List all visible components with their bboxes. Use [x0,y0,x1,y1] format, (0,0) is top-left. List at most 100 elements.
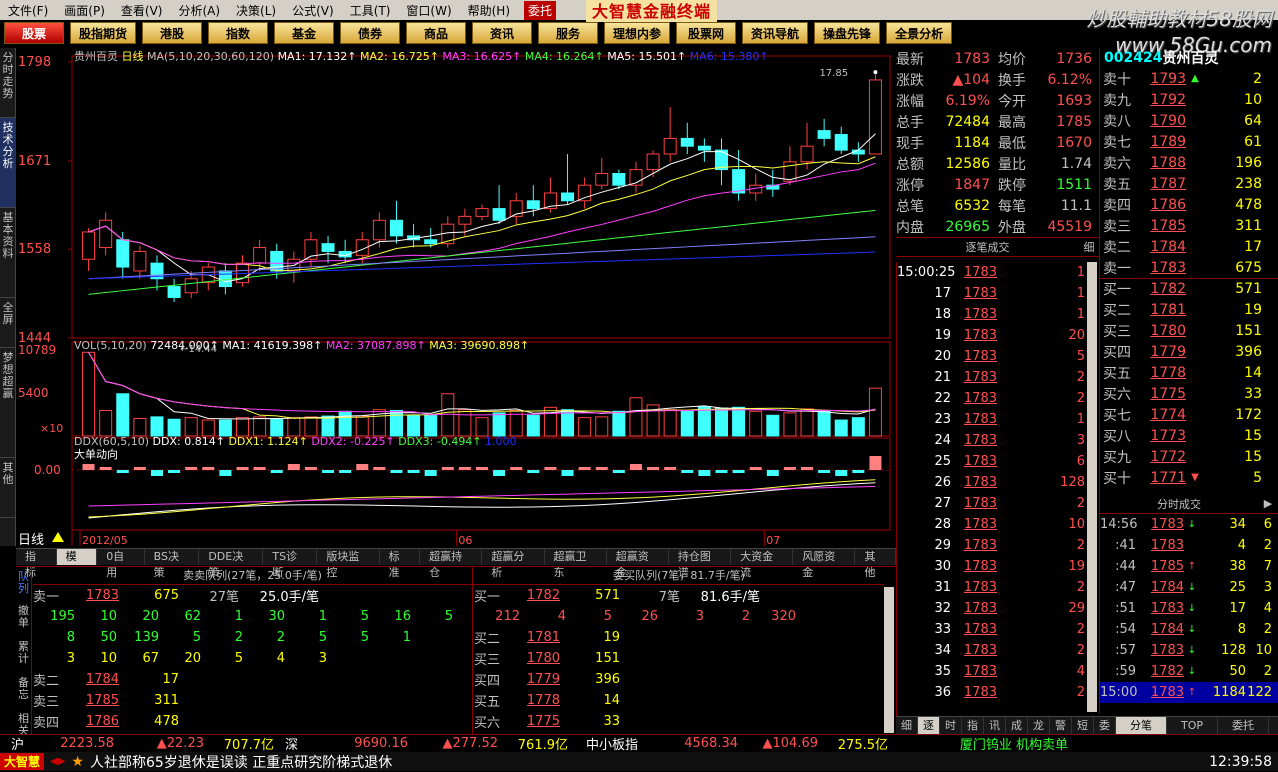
tick-time: 23 [934,412,951,427]
menu-item-0[interactable]: 文件(F) [0,2,56,19]
volume-bar [817,409,831,437]
menu-item-7[interactable]: 窗口(W) [398,2,459,19]
queue-side-sub-2[interactable]: 备忘 [16,671,31,707]
indicator-tab-8[interactable]: 超赢持仓 [420,549,483,579]
indicator-tab-6[interactable]: 版块监控 [317,549,380,579]
indicator-tab-3[interactable]: BS决策 [145,549,200,579]
menu-item-1[interactable]: 画面(P) [56,2,113,19]
fenshi-play-icon[interactable]: ▶ [1258,497,1278,510]
entrust-button[interactable]: 委托 [524,0,557,20]
quote-label: 外盘 [998,219,1026,236]
bottom-tab-4[interactable]: 讯 [984,717,1006,734]
toolbar-button-8[interactable]: 服务 [538,22,599,44]
bottom-tab-11[interactable]: TOP [1167,717,1219,734]
bottom-tab-0[interactable]: 细 [896,717,918,734]
quote-label: 现手 [896,135,924,152]
news-text[interactable]: 人社部称65岁退休是误读 正重点研究阶梯式退休 [90,752,1208,772]
queue-cell: 8 [66,630,75,645]
left-tab-1[interactable]: 技术分析 [0,118,16,208]
tick-row: 32 1783 29 [897,598,1099,619]
indicator-tab-9[interactable]: 超赢分析 [482,549,545,579]
buy-level-row-cell: 1781 [526,630,560,645]
menu-item-2[interactable]: 查看(V) [113,2,171,19]
indicator-tab-13[interactable]: 大资金流 [731,549,794,579]
queue-cell: 5 [360,609,369,624]
toolbar-button-6[interactable]: 商品 [406,22,467,44]
order-volume: 17 [1244,238,1262,255]
order-price: 1779 [1150,343,1186,360]
volume-bar [663,409,677,437]
toolbar-button-1[interactable]: 股指期货 [70,22,137,44]
tick-price: 1783 [963,559,997,574]
news-prev-icon[interactable]: ◀▶ [44,756,71,767]
indicator-tab-4[interactable]: DDE决策 [199,549,264,579]
indicator-tab-11[interactable]: 超赢资金 [607,549,669,579]
quote-label: 换手 [998,72,1026,89]
bottom-tab-12[interactable]: 委托 [1218,717,1270,734]
toolbar-button-12[interactable]: 操盘先锋 [814,22,881,44]
left-tab-3[interactable]: 全屏 [0,298,16,348]
bottom-tab-10[interactable]: 分笔 [1116,717,1167,734]
toolbar-button-0[interactable]: 股票 [4,22,64,44]
order-level: 买七 1774 172 [1100,404,1278,425]
toolbar-button-2[interactable]: 港股 [142,22,203,44]
bottom-tab-2[interactable]: 时 [940,717,962,734]
sz-change: ▲277.52 [442,736,499,751]
y-label-1: 1671 [18,154,51,169]
indicator-tab-5[interactable]: TS诊断 [263,549,318,579]
bottom-tab-9[interactable]: 委 [1094,717,1116,734]
left-tab-2[interactable]: 基本资料 [0,208,16,298]
queue-side-sub-1[interactable]: 累计 [16,635,31,671]
tick-detail-button[interactable]: 细 [1079,239,1099,255]
queue-cell: 2 [276,630,285,645]
chart-svg: 179816711558144417.85←14.44贵州百灵 日线 MA(5,… [16,48,896,548]
indicator-tab-1[interactable]: 模板 [56,549,98,579]
toolbar-button-10[interactable]: 股票网 [676,22,737,44]
menu-item-5[interactable]: 公式(V) [284,2,342,19]
order-level: 卖八 1790 64 [1100,110,1278,131]
queue-scrollbar[interactable] [884,587,894,733]
toolbar-button-13[interactable]: 全景分析 [886,22,953,44]
toolbar-button-5[interactable]: 债券 [340,22,401,44]
bottom-tab-5[interactable]: 成 [1006,717,1028,734]
menu-item-6[interactable]: 工具(T) [342,2,399,19]
menu-item-4[interactable]: 决策(L) [228,2,284,19]
bottom-tab-6[interactable]: 龙 [1028,717,1050,734]
menu-item-3[interactable]: 分析(A) [170,2,228,19]
left-tab-4[interactable]: 梦想超赢 [0,348,16,458]
indicator-tab-15[interactable]: 其他 [855,549,897,579]
sell-head-row-cell: 25.0手/笔 [259,590,319,605]
indicator-tabs: 指标 模板 0自用 BS决策 DDE决策 TS诊断 版块监控 标准 超赢持仓 超赢分析 超赢卫东 超赢… [16,548,897,579]
queue-side-sub-0[interactable]: 撤单 [16,599,31,635]
bottom-tab-3[interactable]: 指 [962,717,984,734]
queue-cell: 67 [142,651,159,666]
queue-side-label[interactable]: 队列 [16,567,31,599]
stock-code: 002424 [1104,50,1163,66]
toolbar-button-7[interactable]: 资讯 [472,22,533,44]
bottom-tab-7[interactable]: 警 [1050,717,1072,734]
indicator-tab-0[interactable]: 指标 [16,549,57,579]
tick-price: 1783 [963,475,997,490]
indicator-tab-14[interactable]: 风愿资金 [793,549,856,579]
toolbar-button-3[interactable]: 指数 [208,22,269,44]
toolbar-button-9[interactable]: 理想内参 [604,22,671,44]
indicator-tab-7[interactable]: 标准 [380,549,421,579]
menu-item-8[interactable]: 帮助(H) [460,2,518,19]
indicator-tab-2[interactable]: 0自用 [97,549,145,579]
left-tab-0[interactable]: 分时走势 [0,48,16,118]
toolbar-button-4[interactable]: 基金 [274,22,335,44]
toolbar-button-11[interactable]: 资讯导航 [742,22,809,44]
quote-value: 12586 [945,155,990,172]
kline-chart[interactable]: 1798 1671 1558 1444 17.85 ←14.44 贵州百灵 日线 MA(5,… [16,48,896,548]
arrow-down-icon: ↓ [1187,624,1197,635]
indicator-tab-10[interactable]: 超赢卫东 [545,549,607,579]
left-tab-5[interactable]: 其他 [0,458,16,518]
star-icon[interactable]: ★ [71,754,90,770]
bottom-tab-1[interactable]: 逐 [918,717,940,734]
tick-scrollbar[interactable] [1087,262,1097,712]
indicator-tab-12[interactable]: 持仓图谱 [669,549,732,579]
volume-bar [595,416,609,437]
volume-bar [629,397,643,437]
bottom-tab-8[interactable]: 短 [1072,717,1094,734]
quote-label: 总手 [896,114,924,131]
